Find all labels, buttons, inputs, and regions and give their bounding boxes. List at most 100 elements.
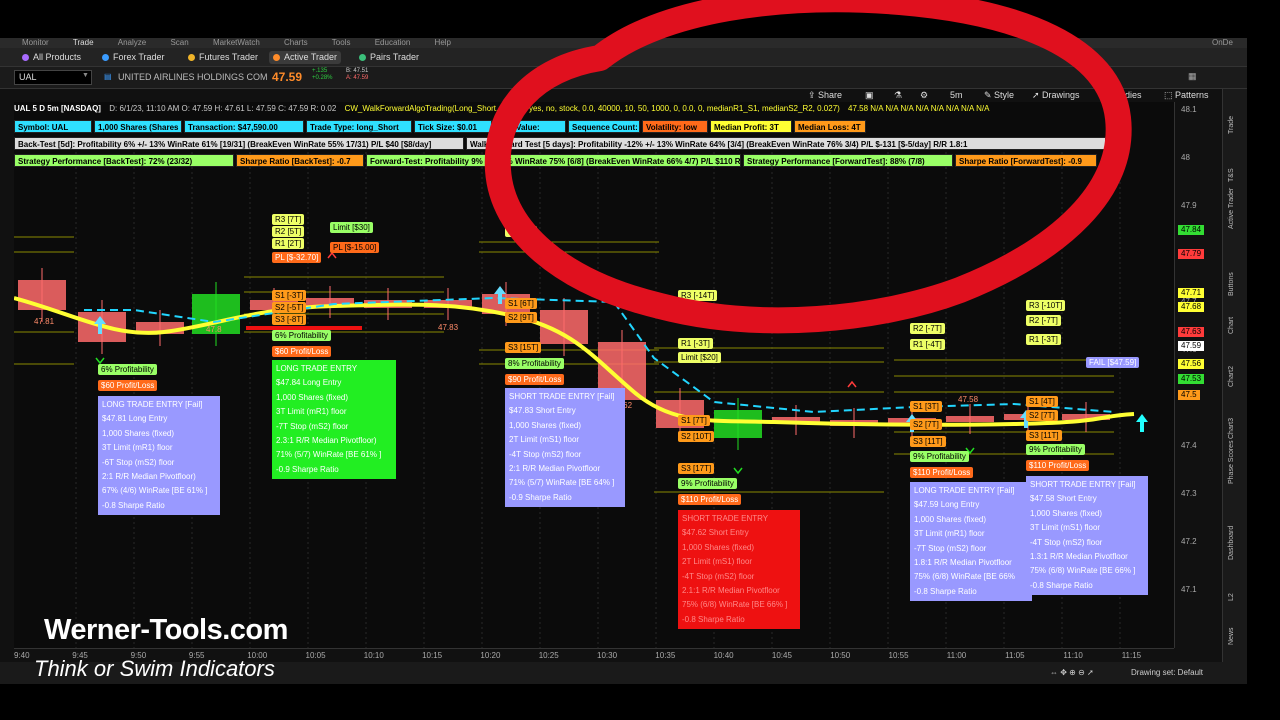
symbol-input[interactable]: UAL <box>14 70 92 85</box>
level-label: R2 [-7T] <box>910 323 945 334</box>
trade-entry-line: SHORT TRADE ENTRY <box>682 514 769 523</box>
arrow-up-icon <box>1136 414 1148 432</box>
side-tab[interactable]: Trade <box>1228 116 1235 134</box>
futures-icon <box>188 54 195 61</box>
info-tag: Trade Type: long_Short <box>306 120 412 133</box>
nav-charts[interactable]: Charts <box>284 38 308 48</box>
profit-tag: $90 Profit/Loss <box>505 374 565 385</box>
nav-marketwatch[interactable]: MarketWatch <box>213 38 260 48</box>
side-tab[interactable]: Buttons <box>1228 272 1235 296</box>
share-button[interactable]: ⇪ Share <box>808 89 842 102</box>
level-label: S2 [7T] <box>910 419 942 430</box>
side-tab[interactable]: T&S <box>1228 168 1235 182</box>
trade-entry-box: SHORT TRADE ENTRY [Fail] $47.83 Short Ent… <box>505 388 625 508</box>
trade-entry-line: $47.81 Long Entry <box>102 414 168 424</box>
trade-entry-line: -0.9 Sharpe Ratio <box>509 492 572 502</box>
flask-icon[interactable]: ⚗ <box>894 89 902 102</box>
trade-entry-line: 2.3:1 R/R Median Pivotfloor) <box>276 436 377 446</box>
y-tick-label: 47.3 <box>1181 489 1197 498</box>
level-label: R1 [..T] <box>505 226 538 237</box>
study-name: CW_WalkForwardAlgoTrading(Long_Short, 2,… <box>344 104 840 113</box>
profit-tag: $60 Profit/Loss <box>272 346 332 357</box>
link-icon[interactable]: ▤ <box>104 72 112 81</box>
chevron-down-icon[interactable]: ▼ <box>82 72 89 79</box>
trade-entry-line: 2:1 R/R Median Pivotfloor) <box>102 472 196 482</box>
level-label: S1 [-3T] <box>272 290 307 301</box>
grid-icon[interactable]: ▦ <box>1188 71 1197 82</box>
x-tick-label: 9:40 <box>14 651 30 660</box>
side-tab[interactable]: Dashboard <box>1228 526 1235 560</box>
studies-button[interactable]: ƒ Studies <box>1104 89 1142 102</box>
y-tick-label: 47.4 <box>1181 441 1197 450</box>
level-label: S3 [17T] <box>678 463 715 474</box>
ondemand-button[interactable]: OnDe <box>1212 38 1233 48</box>
level-label: S1 [6T] <box>505 298 537 309</box>
drawings-button[interactable]: ➚ Drawings <box>1032 89 1080 102</box>
watermark-site: Werner-Tools.com <box>44 614 288 646</box>
x-tick-label: 10:20 <box>480 651 501 660</box>
level-label: S3 [11T] <box>910 436 946 447</box>
price-badge: 47.84 <box>1178 225 1205 235</box>
side-tab[interactable]: Active Trader <box>1228 188 1235 229</box>
style-button[interactable]: ✎ Style <box>984 89 1014 102</box>
tab-all-products[interactable]: All Products <box>18 51 85 64</box>
level-label: S2 [9T] <box>505 312 537 323</box>
price-badge: 47.79 <box>1178 249 1205 259</box>
side-tab[interactable]: News <box>1228 627 1235 645</box>
level-label: R1 [-4T] <box>910 339 945 350</box>
level-label: S1 [7T] <box>678 415 710 426</box>
trade-entry-line: 3T Limit (mR1) floor <box>914 529 985 539</box>
price-badge: 47.5 <box>1178 390 1200 400</box>
side-tab[interactable]: Chart2 <box>1228 366 1235 387</box>
patterns-button[interactable]: ⬚ Patterns <box>1164 89 1209 102</box>
trade-entry-line: -7T Stop (mS2) floor <box>914 543 987 553</box>
trade-entry-line: LONG TRADE ENTRY <box>276 364 358 373</box>
price-label: 47.81 <box>34 317 55 326</box>
x-tick-label: 10:55 <box>888 651 909 660</box>
info-tag: Symbol: UAL <box>14 120 92 133</box>
nav-help[interactable]: Help <box>435 38 451 48</box>
info-tag: 1,000 Shares (Shares <box>94 120 182 133</box>
y-tick-label: 48.1 <box>1181 105 1197 114</box>
camera-icon[interactable]: ▣ <box>865 89 874 102</box>
nav-monitor[interactable]: Monitor <box>22 38 49 48</box>
level-label: R3 [-14T] <box>678 290 718 301</box>
info-tag: Median Profit: 3T <box>710 120 792 133</box>
tab-pairs-trader[interactable]: Pairs Trader <box>355 51 423 64</box>
pan-icon[interactable]: ⇔ ✥ ⊕ ⊖ ➚ <box>1050 668 1094 677</box>
price-badge: 47.71 <box>1178 288 1205 298</box>
nav-trade[interactable]: Trade <box>73 38 94 48</box>
nav-education[interactable]: Education <box>375 38 411 48</box>
side-tab[interactable]: Chart3 <box>1228 418 1235 439</box>
nav-analyze[interactable]: Analyze <box>118 38 146 48</box>
trade-entry-line: 1,000 Shares (fixed) <box>276 392 349 402</box>
level-label: S3 [15T] <box>505 342 542 353</box>
trade-entry-line: 1,000 Shares (fixed) <box>682 542 755 552</box>
nav-tools[interactable]: Tools <box>332 38 351 48</box>
tab-futures-trader[interactable]: Futures Trader <box>184 51 262 64</box>
price-axis[interactable]: 48.14847.947.847.747.647.547.447.347.247… <box>1174 102 1222 648</box>
x-tick-label: 10:05 <box>305 651 326 660</box>
level-label: S2 [10T] <box>678 431 715 442</box>
trade-entry-box: LONG TRADE ENTRY $47.84 Long Entry 1,000 S… <box>272 360 396 480</box>
tab-forex-trader[interactable]: Forex Trader <box>98 51 169 64</box>
level-label: Limit [$30] <box>330 222 373 233</box>
tab-active-trader[interactable]: Active Trader <box>269 51 342 64</box>
x-tick-label: 10:40 <box>713 651 734 660</box>
level-label: PL [$-32.70] <box>272 252 322 263</box>
profit-tag: $60 Profit/Loss <box>98 380 158 391</box>
x-tick-label: 10:15 <box>422 651 443 660</box>
side-tab[interactable]: Chart <box>1228 317 1235 334</box>
trade-entry-line: 75% (6/8) WinRate [BE 66% <box>914 572 1015 582</box>
timeframe-button[interactable]: 5m <box>950 89 963 102</box>
gear-icon[interactable]: ⚙ <box>920 89 928 102</box>
nav-scan[interactable]: Scan <box>170 38 188 48</box>
side-tab[interactable]: Phase Scores <box>1228 440 1235 484</box>
trade-entry-box: SHORT TRADE ENTRY $47.62 Short Entry 1,000… <box>678 510 800 630</box>
trade-entry-line: 3T Limit (mR1) floor <box>102 443 173 453</box>
drawing-set-label[interactable]: Drawing set: Default <box>1131 668 1203 677</box>
trade-entry-line: -6T Stop (mS2) floor <box>102 457 175 467</box>
trade-entry-line: SHORT TRADE ENTRY [Fail] <box>509 392 615 401</box>
side-tab[interactable]: L2 <box>1228 593 1235 601</box>
trade-entry-line: 2.1:1 R/R Median Pivotfloor <box>682 586 780 596</box>
